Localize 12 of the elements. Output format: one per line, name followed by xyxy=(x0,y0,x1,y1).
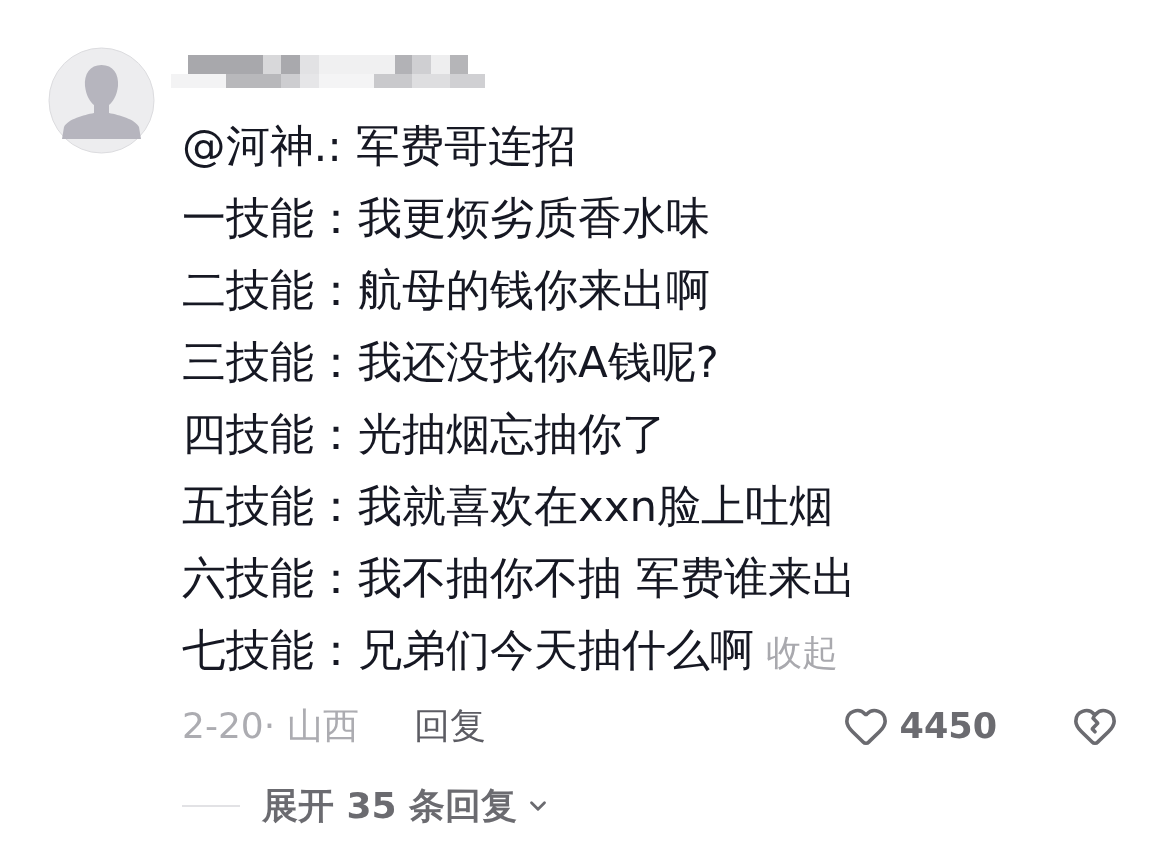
comment-line: 四技能：光抽烟忘抽你了 xyxy=(182,408,666,461)
comment-line: 六技能：我不抽你不抽 军费谁来出 xyxy=(182,552,856,605)
like-count: 4450 xyxy=(899,706,997,746)
comment-line: 五技能：我就喜欢在xxn脸上吐烟 xyxy=(182,480,834,533)
comment-line: 二技能：航母的钱你来出啊 xyxy=(182,264,710,317)
expand-replies-button[interactable]: 展开 35 条回复 xyxy=(262,781,552,831)
reply-button[interactable]: 回复 xyxy=(413,701,486,751)
date-location: 2-20· 山西 xyxy=(182,703,359,748)
comment-line: 三技能：我还没找你A钱呢? xyxy=(182,336,719,389)
comment-line: 一技能：我更烦劣质香水味 xyxy=(182,192,710,245)
comment-line: @河神.: 军费哥连招 xyxy=(182,120,576,173)
comment-line: 七技能：兄弟们今天抽什么啊 xyxy=(182,624,754,677)
